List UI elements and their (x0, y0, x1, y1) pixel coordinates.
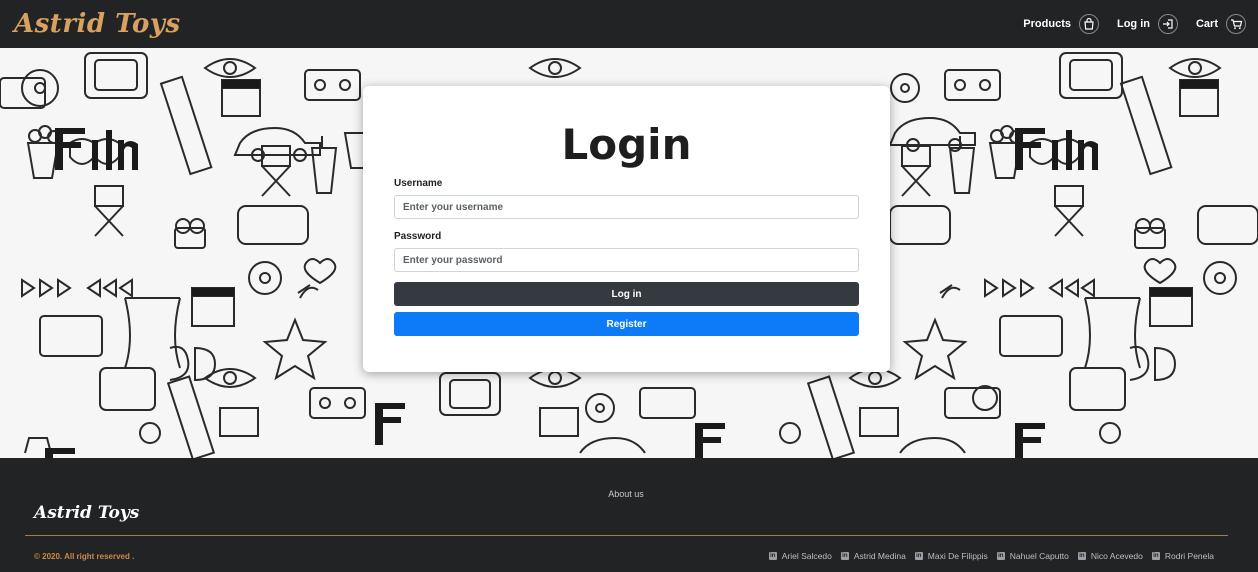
cart-icon[interactable] (1226, 14, 1246, 34)
main-nav: Products Log in Cart (1023, 14, 1246, 34)
team-link-nahuel-caputto[interactable]: in Nahuel Caputto (996, 551, 1069, 561)
password-label: Password (394, 231, 442, 242)
login-card: Login Username Password Log in Register (363, 86, 890, 372)
team-member-name: Maxi De Filippis (927, 551, 988, 561)
linkedin-icon: in (840, 552, 849, 560)
footer-brand-logo: Astrid Toys (34, 503, 140, 523)
team-member-name: Nahuel Caputto (1009, 551, 1069, 561)
team-link-ariel-salcedo[interactable]: in Ariel Salcedo (768, 551, 832, 561)
linkedin-icon: in (996, 552, 1005, 560)
team-links: in Ariel Salcedo in Astrid Medina in Max… (768, 551, 1214, 561)
brand-logo[interactable]: Astrid Toys (14, 9, 181, 39)
site-header: Astrid Toys Products Log in Cart (0, 0, 1258, 48)
team-link-maxi-de-filippis[interactable]: in Maxi De Filippis (914, 551, 988, 561)
linkedin-icon: in (914, 552, 923, 560)
linkedin-icon: in (1151, 552, 1160, 560)
nav-products[interactable]: Products (1023, 14, 1099, 34)
password-input[interactable] (394, 248, 859, 272)
shopping-bag-icon[interactable] (1078, 14, 1099, 34)
linkedin-icon: in (1077, 552, 1086, 560)
nav-cart-label: Cart (1195, 18, 1218, 30)
register-button[interactable]: Register (394, 312, 859, 336)
nav-login-label: Log in (1116, 18, 1150, 30)
team-member-name: Rodri Penela (1164, 551, 1214, 561)
login-button[interactable]: Log in (394, 282, 859, 306)
team-member-name: Astrid Medina (853, 551, 906, 561)
username-label: Username (394, 178, 443, 189)
footer-divider (25, 535, 1228, 536)
nav-cart[interactable]: Cart (1196, 14, 1246, 34)
linkedin-icon: in (768, 552, 777, 560)
nav-products-label: Products (1023, 18, 1071, 30)
login-title: Login (561, 120, 692, 169)
username-input[interactable] (394, 195, 859, 219)
nav-login[interactable]: Log in (1117, 14, 1178, 34)
team-member-name: Ariel Salcedo (781, 551, 832, 561)
team-link-rodri-penela[interactable]: in Rodri Penela (1151, 551, 1214, 561)
team-member-name: Nico Acevedo (1090, 551, 1143, 561)
copyright-text: © 2020. All right reserved . (34, 552, 135, 561)
site-footer: About us Astrid Toys © 2020. All right r… (0, 458, 1258, 572)
about-us-link[interactable]: About us (0, 489, 1252, 499)
team-link-astrid-medina[interactable]: in Astrid Medina (840, 551, 906, 561)
team-link-nico-acevedo[interactable]: in Nico Acevedo (1077, 551, 1143, 561)
login-icon[interactable] (1157, 14, 1178, 34)
